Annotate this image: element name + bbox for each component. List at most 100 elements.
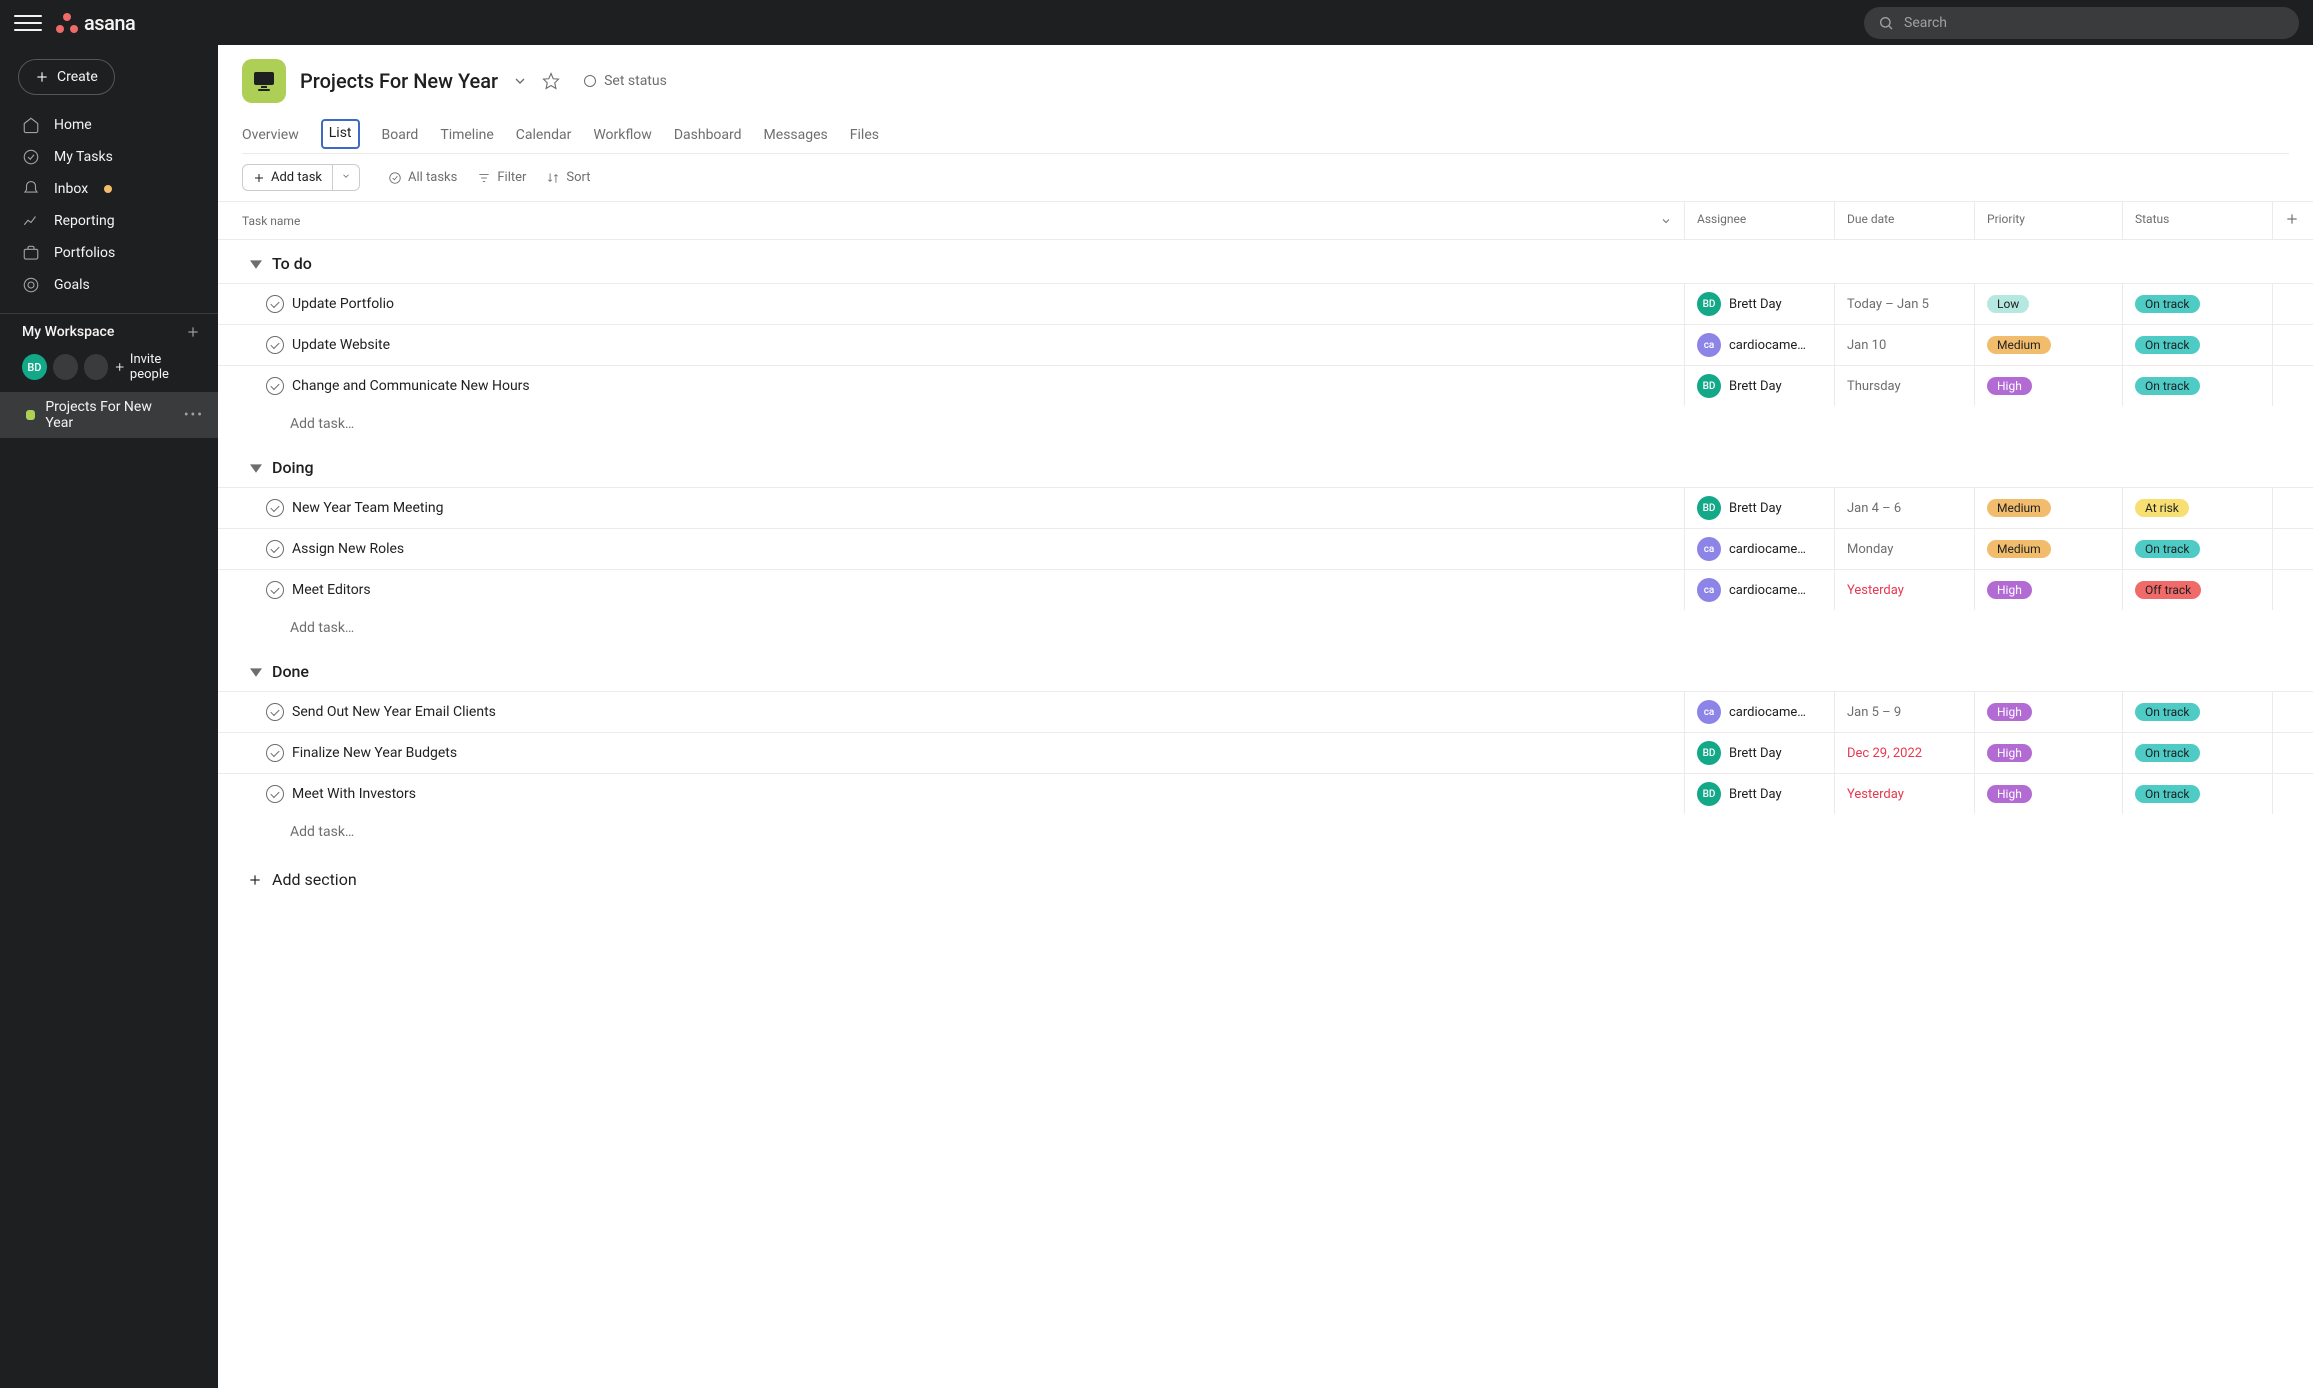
task-row[interactable]: New Year Team MeetingBDBrett DayJan 4 – … [218, 487, 2313, 528]
complete-toggle[interactable] [266, 336, 284, 354]
tab-workflow[interactable]: Workflow [593, 119, 652, 153]
chevron-down-icon[interactable] [1660, 215, 1672, 227]
due-date[interactable]: Jan 10 [1847, 338, 1886, 353]
complete-toggle[interactable] [266, 377, 284, 395]
due-date[interactable]: Yesterday [1847, 583, 1904, 598]
tab-calendar[interactable]: Calendar [516, 119, 572, 153]
task-row[interactable]: Update Websitecacardiocame…Jan 10MediumO… [218, 324, 2313, 365]
status-pill[interactable]: On track [2135, 540, 2200, 558]
assignee-avatar[interactable]: BD [1697, 496, 1721, 520]
assignee-avatar[interactable]: ca [1697, 333, 1721, 357]
col-status[interactable]: Status [2123, 202, 2273, 239]
status-pill[interactable]: At risk [2135, 499, 2189, 517]
status-pill[interactable]: On track [2135, 377, 2200, 395]
project-icon[interactable] [242, 59, 286, 103]
priority-pill[interactable]: Medium [1987, 499, 2051, 517]
sort-button[interactable]: Sort [540, 166, 596, 189]
assignee-avatar[interactable]: ca [1697, 578, 1721, 602]
nav-mytasks[interactable]: My Tasks [0, 141, 218, 173]
complete-toggle[interactable] [266, 744, 284, 762]
set-status-button[interactable]: Set status [584, 73, 667, 89]
tab-files[interactable]: Files [850, 119, 879, 153]
col-assignee[interactable]: Assignee [1685, 202, 1835, 239]
priority-pill[interactable]: High [1987, 377, 2032, 395]
tab-overview[interactable]: Overview [242, 119, 299, 153]
task-row[interactable]: Assign New Rolescacardiocame…MondayMediu… [218, 528, 2313, 569]
due-date[interactable]: Dec 29, 2022 [1847, 746, 1922, 761]
priority-pill[interactable]: High [1987, 703, 2032, 721]
priority-pill[interactable]: High [1987, 744, 2032, 762]
status-pill[interactable]: On track [2135, 744, 2200, 762]
task-row[interactable]: Update PortfolioBDBrett DayToday – Jan 5… [218, 283, 2313, 324]
priority-pill[interactable]: Low [1987, 295, 2029, 313]
menu-toggle-icon[interactable] [14, 9, 42, 37]
add-task-inline[interactable]: Add task… [218, 814, 2313, 852]
section-header[interactable]: To do [218, 240, 2313, 283]
complete-toggle[interactable] [266, 785, 284, 803]
invite-people-button[interactable]: Invite people [114, 352, 200, 382]
task-row[interactable]: Meet Editorscacardiocame…YesterdayHighOf… [218, 569, 2313, 610]
member-avatar-placeholder[interactable] [84, 354, 109, 380]
tab-messages[interactable]: Messages [764, 119, 828, 153]
status-pill[interactable]: On track [2135, 295, 2200, 313]
due-date[interactable]: Jan 5 – 9 [1847, 705, 1901, 720]
add-task-inline[interactable]: Add task… [218, 406, 2313, 444]
status-pill[interactable]: Off track [2135, 581, 2201, 599]
complete-toggle[interactable] [266, 499, 284, 517]
complete-toggle[interactable] [266, 581, 284, 599]
due-date[interactable]: Yesterday [1847, 787, 1904, 802]
filter-button[interactable]: Filter [471, 166, 532, 189]
plus-icon[interactable] [186, 325, 200, 339]
tab-timeline[interactable]: Timeline [440, 119, 493, 153]
col-add[interactable] [2273, 202, 2313, 239]
section-header[interactable]: Done [218, 648, 2313, 691]
due-date[interactable]: Today – Jan 5 [1847, 297, 1929, 312]
add-task-button[interactable]: Add task [242, 164, 333, 191]
nav-home[interactable]: Home [0, 109, 218, 141]
due-date[interactable]: Thursday [1847, 379, 1901, 394]
complete-toggle[interactable] [266, 703, 284, 721]
priority-pill[interactable]: High [1987, 785, 2032, 803]
col-due-date[interactable]: Due date [1835, 202, 1975, 239]
more-icon[interactable]: ••• [184, 407, 204, 423]
assignee-avatar[interactable]: BD [1697, 292, 1721, 316]
status-pill[interactable]: On track [2135, 785, 2200, 803]
col-task-name[interactable]: Task name [218, 202, 1685, 239]
task-row[interactable]: Send Out New Year Email Clientscacardioc… [218, 691, 2313, 732]
search-input[interactable]: Search [1864, 7, 2299, 39]
section-header[interactable]: Doing [218, 444, 2313, 487]
complete-toggle[interactable] [266, 295, 284, 313]
nav-goals[interactable]: Goals [0, 269, 218, 301]
tab-board[interactable]: Board [382, 119, 419, 153]
add-task-dropdown[interactable] [333, 164, 360, 191]
assignee-avatar[interactable]: BD [1697, 374, 1721, 398]
asana-logo[interactable]: asana [56, 11, 135, 35]
assignee-avatar[interactable]: ca [1697, 537, 1721, 561]
assignee-avatar[interactable]: ca [1697, 700, 1721, 724]
star-icon[interactable] [542, 72, 560, 90]
task-row[interactable]: Meet With InvestorsBDBrett DayYesterdayH… [218, 773, 2313, 814]
add-task-inline[interactable]: Add task… [218, 610, 2313, 648]
nav-reporting[interactable]: Reporting [0, 205, 218, 237]
tab-dashboard[interactable]: Dashboard [674, 119, 742, 153]
col-priority[interactable]: Priority [1975, 202, 2123, 239]
assignee-avatar[interactable]: BD [1697, 741, 1721, 765]
priority-pill[interactable]: Medium [1987, 540, 2051, 558]
due-date[interactable]: Jan 4 – 6 [1847, 501, 1901, 516]
task-row[interactable]: Finalize New Year BudgetsBDBrett DayDec … [218, 732, 2313, 773]
chevron-down-icon[interactable] [512, 73, 528, 89]
nav-portfolios[interactable]: Portfolios [0, 237, 218, 269]
page-title[interactable]: Projects For New Year [300, 69, 498, 93]
complete-toggle[interactable] [266, 540, 284, 558]
task-row[interactable]: Change and Communicate New HoursBDBrett … [218, 365, 2313, 406]
priority-pill[interactable]: Medium [1987, 336, 2051, 354]
due-date[interactable]: Monday [1847, 542, 1893, 557]
status-pill[interactable]: On track [2135, 336, 2200, 354]
member-avatar[interactable]: BD [22, 354, 47, 380]
nav-inbox[interactable]: Inbox [0, 173, 218, 205]
assignee-avatar[interactable]: BD [1697, 782, 1721, 806]
tab-list[interactable]: List [321, 119, 360, 149]
create-button[interactable]: Create [18, 59, 115, 95]
member-avatar-placeholder[interactable] [53, 354, 78, 380]
status-pill[interactable]: On track [2135, 703, 2200, 721]
